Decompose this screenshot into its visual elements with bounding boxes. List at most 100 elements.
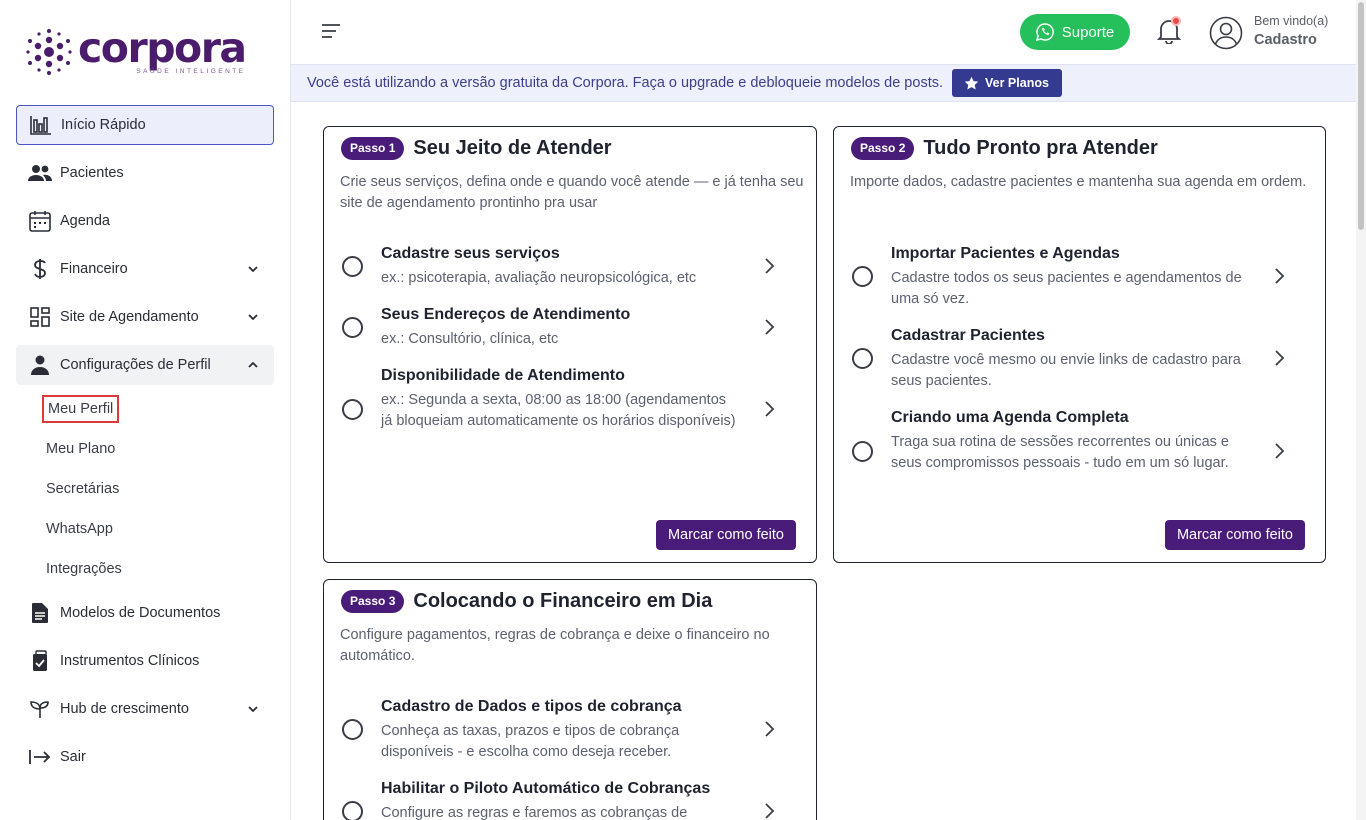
users-icon [28, 161, 52, 185]
submenu-item-whatsapp[interactable]: WhatsApp [16, 509, 274, 549]
logo-wordmark: corpora [78, 24, 247, 72]
chevron-right-icon[interactable] [1274, 442, 1286, 460]
task-checkbox[interactable] [342, 801, 363, 820]
sidebar-item-label: Pacientes [60, 165, 124, 181]
chevron-right-icon[interactable] [764, 400, 776, 418]
upgrade-banner: Você está utilizando a versão gratuita d… [291, 64, 1356, 102]
task-item[interactable]: Importar Pacientes e Agendas Cadastre to… [850, 245, 1310, 309]
task-item[interactable]: Criando uma Agenda Completa Traga sua ro… [850, 409, 1310, 495]
support-button[interactable]: Suporte [1020, 14, 1130, 50]
task-description: Traga sua rotina de sessões recorrentes … [891, 434, 1229, 471]
task-checkbox[interactable] [342, 719, 363, 740]
step-card-1: Passo 1 Seu Jeito de Atender Crie seus s… [323, 126, 817, 563]
sidebar-item-modelos-documentos[interactable]: Modelos de Documentos [16, 593, 274, 633]
whatsapp-icon [1035, 23, 1054, 41]
task-title: Criando uma Agenda Completa [891, 409, 1129, 426]
corpora-logo[interactable]: corpora SAÚDE INTELIGENTE [26, 24, 247, 76]
submenu-item-meu-perfil[interactable]: Meu Perfil [16, 389, 274, 429]
chevron-down-icon [248, 706, 258, 713]
task-item[interactable]: Cadastrar Pacientes Cadastre você mesmo … [850, 327, 1310, 391]
submenu-item-secretarias[interactable]: Secretárias [16, 469, 274, 509]
task-checkbox[interactable] [852, 266, 873, 287]
step-badge: Passo 3 [341, 590, 405, 613]
sidebar-item-label: Sair [60, 749, 86, 765]
step-badge: Passo 1 [341, 137, 405, 160]
task-title: Importar Pacientes e Agendas [891, 245, 1120, 262]
welcome-text: Bem vindo(a) [1254, 14, 1329, 28]
task-title: Disponibilidade de Atendimento [381, 367, 625, 384]
task-description: Cadastre você mesmo ou envie links de ca… [891, 352, 1241, 389]
task-title: Cadastre seus serviços [381, 245, 560, 262]
chevron-right-icon[interactable] [764, 318, 776, 336]
chevron-right-icon[interactable] [1274, 267, 1286, 285]
calendar-icon [28, 209, 52, 233]
sidebar-item-label: Modelos de Documentos [60, 605, 221, 621]
chevron-right-icon[interactable] [764, 802, 776, 820]
chevron-down-icon [248, 314, 258, 321]
scrollbar-thumb[interactable] [1358, 2, 1364, 230]
sidebar-item-instrumentos-clinicos[interactable]: Instrumentos Clínicos [16, 641, 274, 681]
user-info[interactable]: Bem vindo(a) Cadastro [1254, 14, 1328, 48]
clipboard-check-icon [28, 649, 52, 673]
sidebar-item-site-agendamento[interactable]: Site de Agendamento [16, 297, 274, 337]
sidebar-item-label: Hub de crescimento [60, 701, 189, 717]
dollar-icon [28, 257, 52, 281]
submenu-label: WhatsApp [46, 521, 113, 537]
card-title: Colocando o Financeiro em Dia [413, 590, 713, 612]
chart-bars-icon [29, 113, 53, 137]
task-item[interactable]: Cadastre seus serviços ex.: psicoterapia… [340, 245, 800, 289]
task-checkbox[interactable] [852, 441, 873, 462]
sidebar-item-agenda[interactable]: Agenda [16, 201, 274, 241]
card-description: Configure pagamentos, regras de cobrança… [340, 627, 770, 664]
task-title: Habilitar o Piloto Automático de Cobranç… [381, 780, 711, 797]
sidebar-item-hub-crescimento[interactable]: Hub de crescimento [16, 689, 274, 729]
submenu-item-meu-plano[interactable]: Meu Plano [16, 429, 274, 469]
card-description: Importe dados, cadastre pacientes e mant… [850, 174, 1307, 190]
sidebar-item-label: Instrumentos Clínicos [60, 653, 200, 669]
notifications-button[interactable] [1156, 16, 1183, 46]
document-icon [28, 601, 52, 625]
sidebar-item-label: Site de Agendamento [60, 309, 199, 325]
task-title: Cadastrar Pacientes [891, 327, 1045, 344]
submenu-label: Integrações [46, 561, 122, 577]
task-description: Conheça as taxas, prazos e tipos de cobr… [381, 723, 680, 760]
task-item[interactable]: Disponibilidade de Atendimento ex.: Segu… [340, 367, 800, 453]
card-title: Tudo Pronto pra Atender [923, 137, 1158, 159]
view-plans-button[interactable]: Ver Planos [952, 69, 1062, 97]
sidebar-item-configuracoes-perfil[interactable]: Configurações de Perfil [16, 345, 274, 385]
task-checkbox[interactable] [342, 399, 363, 420]
page-scrollbar[interactable] [1356, 0, 1366, 820]
task-description: Cadastre todos os seus pacientes e agend… [891, 270, 1242, 307]
submenu-item-integracoes[interactable]: Integrações [16, 549, 274, 589]
sidebar-item-financeiro[interactable]: Financeiro [16, 249, 274, 289]
sidebar-nav: Início Rápido Pacientes Agenda Financeir… [16, 105, 274, 785]
step-badge: Passo 2 [851, 137, 915, 160]
dashboard-icon [28, 305, 52, 329]
task-checkbox[interactable] [342, 317, 363, 338]
task-description: ex.: Consultório, clínica, etc [381, 331, 559, 347]
sidebar-item-inicio-rapido[interactable]: Início Rápido [16, 105, 274, 145]
mark-done-button[interactable]: Marcar como feito [1164, 520, 1305, 550]
submenu-label: Meu Perfil [42, 395, 120, 423]
chevron-down-icon [248, 266, 258, 273]
card-title: Seu Jeito de Atender [413, 137, 612, 159]
task-checkbox[interactable] [852, 348, 873, 369]
mark-done-button[interactable]: Marcar como feito [655, 520, 796, 550]
submenu-label: Secretárias [46, 481, 120, 497]
chevron-right-icon[interactable] [764, 257, 776, 275]
task-item[interactable]: Cadastro de Dados e tipos de cobrança Co… [340, 698, 800, 762]
task-description: ex.: Segunda a sexta, 08:00 as 18:00 (ag… [381, 392, 736, 429]
sidebar: corpora SAÚDE INTELIGENTE Início Rápido … [0, 0, 291, 820]
sidebar-item-label: Configurações de Perfil [60, 357, 211, 373]
task-checkbox[interactable] [342, 256, 363, 277]
hamburger-menu-icon[interactable] [321, 22, 341, 40]
chevron-right-icon[interactable] [1274, 349, 1286, 367]
task-item[interactable]: Seus Endereços de Atendimento ex.: Consu… [340, 306, 800, 350]
star-icon [964, 76, 979, 89]
task-item[interactable]: Habilitar o Piloto Automático de Cobranç… [340, 780, 800, 820]
user-avatar-icon[interactable] [1209, 16, 1243, 50]
sidebar-item-pacientes[interactable]: Pacientes [16, 153, 274, 193]
submenu-label: Meu Plano [46, 441, 116, 457]
sidebar-item-sair[interactable]: Sair [16, 737, 274, 777]
chevron-right-icon[interactable] [764, 720, 776, 738]
